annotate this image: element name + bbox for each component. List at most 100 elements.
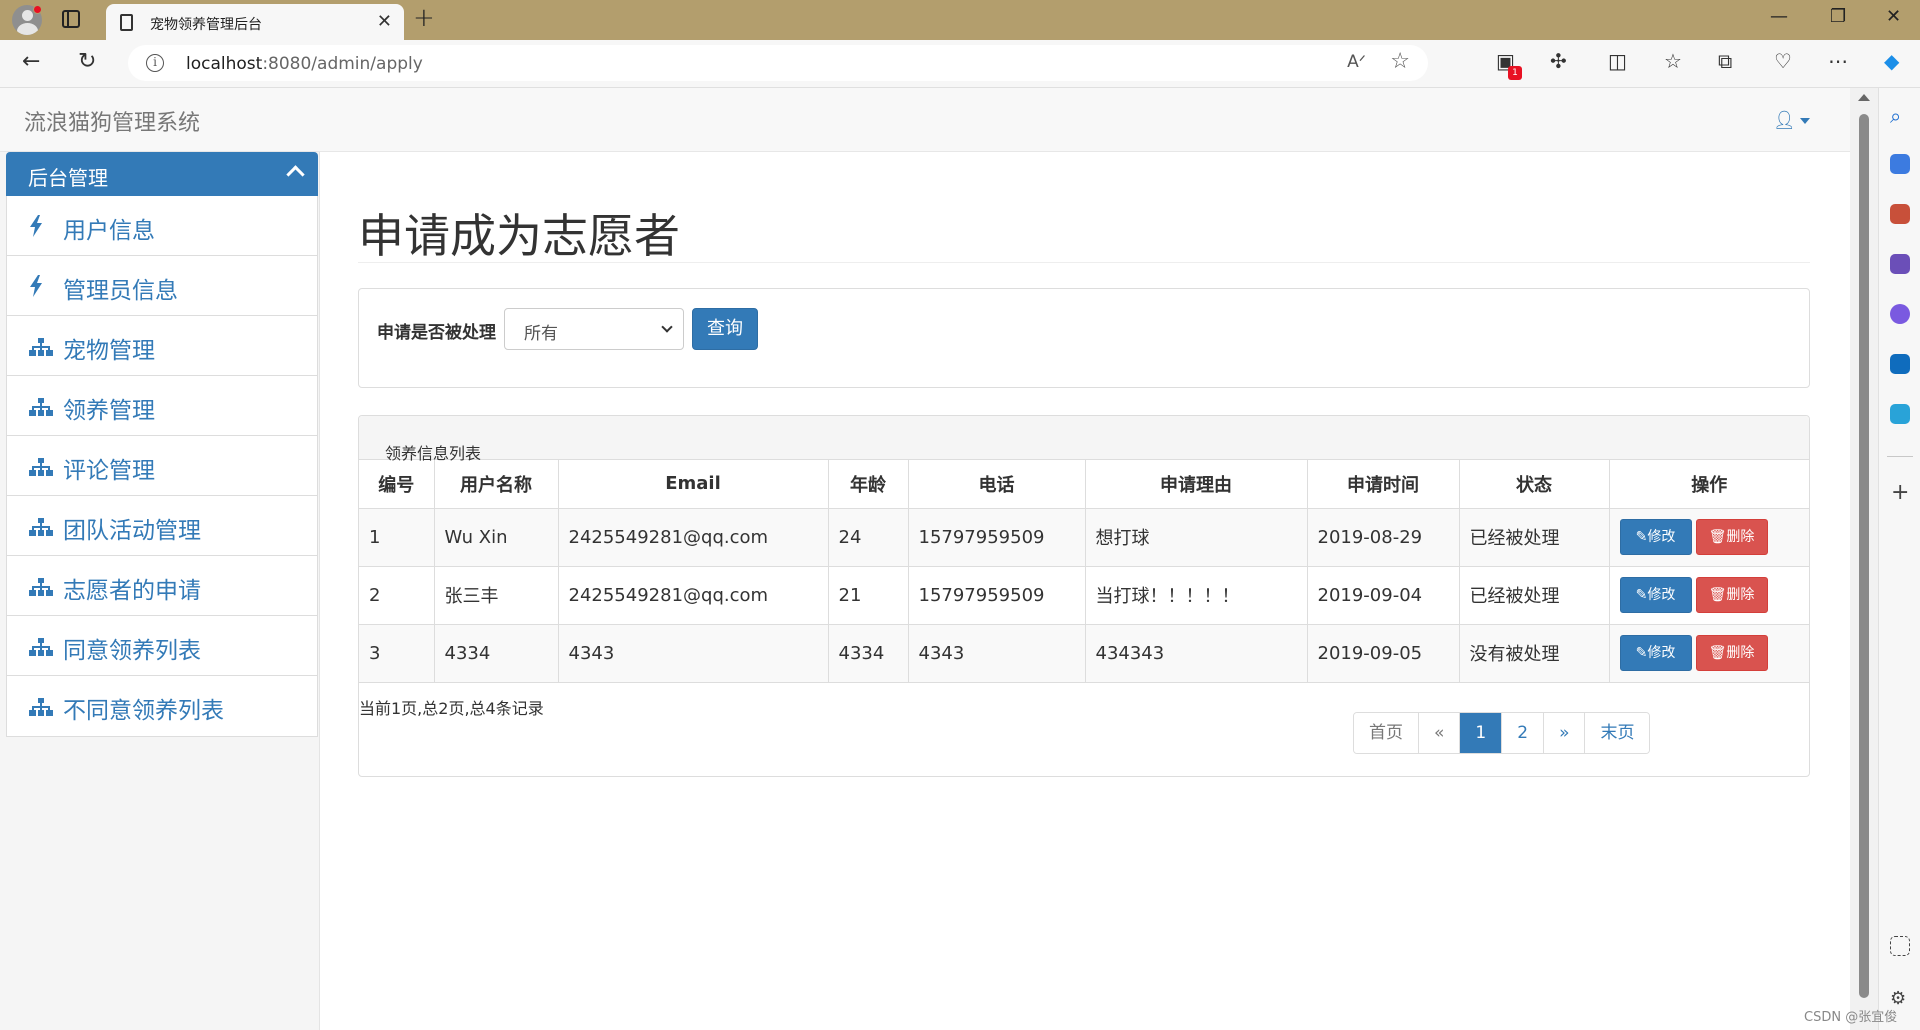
tab-actions-icon[interactable] bbox=[62, 10, 80, 28]
sitemap-icon bbox=[29, 578, 53, 596]
chevron-down-icon bbox=[661, 321, 673, 333]
refresh-icon[interactable]: ↻ bbox=[78, 49, 96, 74]
table-row: 3 4334 4343 4334 4343 434343 2019-09-05 … bbox=[359, 623, 1809, 683]
copilot-icon[interactable]: ◆ bbox=[1884, 49, 1899, 73]
sidebar-item-label: 领养管理 bbox=[63, 398, 155, 424]
microsoft-365-icon[interactable] bbox=[1890, 304, 1910, 324]
more-menu-icon[interactable]: ⋯ bbox=[1828, 49, 1848, 73]
scroll-up-icon[interactable] bbox=[1858, 94, 1870, 101]
column-header: 操作 bbox=[1608, 460, 1809, 509]
delete-button[interactable]: 🗑︎删除 bbox=[1695, 635, 1768, 671]
tab-title: 宠物领养管理后台 bbox=[150, 17, 262, 33]
extensions-puzzle-icon[interactable]: ✣ bbox=[1550, 49, 1567, 73]
tab-close-icon[interactable]: ✕ bbox=[377, 11, 392, 32]
pagination-first[interactable]: 首页 bbox=[1354, 713, 1419, 753]
column-header: 年龄 bbox=[827, 460, 909, 509]
tools-icon[interactable] bbox=[1890, 204, 1910, 224]
sitemap-icon bbox=[29, 518, 53, 536]
sidebar-item-label: 用户信息 bbox=[63, 218, 155, 244]
main-content: 申请成为志愿者 申请是否被处理 所有 查询 领养信息列表 编号 用户名称 Ema… bbox=[320, 152, 1850, 1030]
page-scrollbar[interactable] bbox=[1850, 88, 1878, 1030]
table-cell: 1 bbox=[359, 507, 435, 567]
pencil-icon: ✎ bbox=[1635, 645, 1648, 661]
table-cell: 4343 bbox=[907, 623, 1086, 683]
filter-panel: 申请是否被处理 所有 查询 bbox=[358, 288, 1810, 388]
edit-button-label: 修改 bbox=[1647, 529, 1676, 545]
url-text[interactable]: localhost:8080/admin/apply bbox=[186, 54, 423, 74]
browser-essentials-icon[interactable]: ♡ bbox=[1774, 49, 1792, 73]
sidebar-item-label: 团队活动管理 bbox=[63, 518, 201, 544]
browser-side-rail: ⌕ + ⚙ bbox=[1878, 88, 1920, 1030]
bolt-icon bbox=[29, 275, 51, 297]
restore-icon[interactable]: ❐ bbox=[1830, 6, 1846, 27]
pagination-next[interactable]: » bbox=[1544, 713, 1586, 753]
edit-button[interactable]: ✎修改 bbox=[1619, 519, 1692, 555]
delete-button[interactable]: 🗑︎删除 bbox=[1695, 519, 1768, 555]
sidebar-item-pet-management[interactable]: 宠物管理 bbox=[7, 316, 317, 376]
shopping-tag-icon[interactable] bbox=[1890, 154, 1910, 174]
minimize-icon[interactable]: — bbox=[1770, 6, 1788, 27]
query-button[interactable]: 查询 bbox=[692, 308, 758, 350]
table-cell: 24 bbox=[827, 507, 909, 567]
scrollbar-thumb[interactable] bbox=[1859, 114, 1869, 998]
sidebar-item-volunteer-application[interactable]: 志愿者的申请 bbox=[7, 556, 317, 616]
drop-send-icon[interactable] bbox=[1890, 404, 1910, 424]
sidebar-item-rejected-adoptions[interactable]: 不同意领养列表 bbox=[7, 676, 317, 736]
new-tab-icon[interactable]: + bbox=[413, 3, 435, 33]
user-icon[interactable]: 👤︎ bbox=[1773, 110, 1796, 131]
split-screen-icon[interactable]: ◫ bbox=[1608, 49, 1627, 73]
sidebar-item-team-activity[interactable]: 团队活动管理 bbox=[7, 496, 317, 556]
app-brand[interactable]: 流浪猫狗管理系统 bbox=[24, 105, 200, 137]
sidebar-header[interactable]: 后台管理 bbox=[6, 152, 318, 196]
table-cell: 4334 bbox=[433, 623, 559, 683]
list-panel-heading: 领养信息列表 bbox=[359, 416, 1809, 463]
pagination-page-1[interactable]: 1 bbox=[1460, 713, 1503, 753]
table-cell: 张三丰 bbox=[433, 565, 559, 625]
back-icon[interactable]: ← bbox=[22, 49, 40, 74]
edit-button[interactable]: ✎修改 bbox=[1619, 577, 1692, 613]
sidebar-item-user-info[interactable]: 用户信息 bbox=[7, 196, 317, 256]
sidebar-item-comment-management[interactable]: 评论管理 bbox=[7, 436, 317, 496]
status-select[interactable]: 所有 bbox=[504, 308, 684, 350]
pagination-info: 当前1页,总2页,总4条记录 bbox=[359, 699, 544, 718]
sidebar-item-admin-info[interactable]: 管理员信息 bbox=[7, 256, 317, 316]
edit-button[interactable]: ✎修改 bbox=[1619, 635, 1692, 671]
pencil-icon: ✎ bbox=[1635, 587, 1648, 603]
sidebar-item-label: 不同意领养列表 bbox=[63, 698, 224, 724]
games-icon[interactable] bbox=[1890, 254, 1910, 274]
sidebar-item-adoption-management[interactable]: 领养管理 bbox=[7, 376, 317, 436]
table-cell: 当打球！！！！！ bbox=[1084, 565, 1308, 625]
table-cell: 2019-09-04 bbox=[1306, 565, 1460, 625]
site-info-icon[interactable]: i bbox=[146, 54, 164, 72]
address-bar[interactable]: i localhost:8080/admin/apply Aᐟ ☆ bbox=[128, 45, 1428, 81]
pagination-prev[interactable]: « bbox=[1419, 713, 1461, 753]
settings-gear-icon[interactable]: ⚙ bbox=[1890, 988, 1910, 1009]
user-menu-caret-icon[interactable] bbox=[1800, 118, 1810, 124]
application-table: 编号 用户名称 Email 年龄 电话 申请理由 申请时间 状态 操作 1 Wu… bbox=[359, 460, 1809, 683]
add-icon[interactable]: + bbox=[1891, 480, 1909, 505]
browser-tab-active[interactable]: 宠物领养管理后台 ✕ bbox=[106, 4, 404, 40]
outlook-icon[interactable] bbox=[1890, 354, 1910, 374]
collections-icon[interactable]: ⧉ bbox=[1718, 49, 1732, 73]
window-close-icon[interactable]: ✕ bbox=[1886, 6, 1901, 27]
column-header: 电话 bbox=[907, 460, 1086, 509]
pencil-icon: ✎ bbox=[1635, 529, 1648, 545]
pagination-page-2[interactable]: 2 bbox=[1502, 713, 1545, 753]
sidebar-item-label: 宠物管理 bbox=[63, 338, 155, 364]
table-row: 1 Wu Xin 2425549281@qq.com 24 1579795950… bbox=[359, 507, 1809, 567]
sidebar-item-label: 同意领养列表 bbox=[63, 638, 201, 664]
sidebar: 后台管理 用户信息 管理员信息 宠物管理 领养管理 评论管理 团队活动管理 志愿… bbox=[0, 152, 320, 1030]
trash-icon: 🗑︎ bbox=[1708, 645, 1727, 661]
read-aloud-icon[interactable]: Aᐟ bbox=[1347, 52, 1366, 72]
sidebar-item-label: 管理员信息 bbox=[63, 278, 178, 304]
search-icon[interactable]: ⌕ bbox=[1890, 104, 1910, 128]
screenshot-icon[interactable] bbox=[1890, 936, 1910, 956]
sitemap-icon bbox=[29, 698, 53, 716]
favorite-star-icon[interactable]: ☆ bbox=[1390, 49, 1410, 74]
sidebar-item-approved-adoptions[interactable]: 同意领养列表 bbox=[7, 616, 317, 676]
favorites-icon[interactable]: ☆ bbox=[1664, 49, 1682, 73]
table-cell: 已经被处理 bbox=[1458, 507, 1610, 567]
pagination-last[interactable]: 末页 bbox=[1585, 713, 1650, 753]
delete-button[interactable]: 🗑︎删除 bbox=[1695, 577, 1768, 613]
chevron-up-icon[interactable] bbox=[286, 165, 305, 184]
